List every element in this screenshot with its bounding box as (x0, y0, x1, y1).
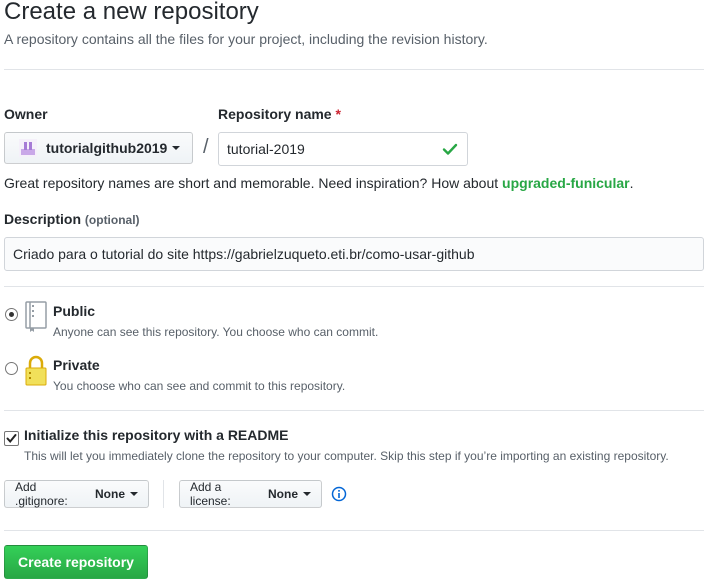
check-icon (6, 434, 17, 444)
optional-tag: (optional) (84, 213, 140, 227)
create-repository-button[interactable]: Create repository (4, 545, 148, 579)
description-label-text: Description (4, 211, 82, 227)
lock-icon (24, 355, 48, 392)
public-radio[interactable] (5, 308, 18, 321)
divider (4, 410, 704, 411)
gitignore-value: None (95, 487, 125, 501)
gitignore-dropdown[interactable]: Add .gitignore: None (4, 480, 149, 508)
repo-book-icon (24, 301, 48, 338)
name-hint: Great repository names are short and mem… (4, 175, 634, 191)
divider (4, 530, 704, 531)
divider (4, 69, 704, 70)
owner-dropdown[interactable]: tutorialgithub2019 (4, 132, 193, 164)
vertical-divider (163, 480, 164, 508)
owner-avatar-icon (19, 139, 37, 157)
description-input[interactable] (4, 237, 704, 271)
readme-title: Initialize this repository with a README (24, 427, 289, 443)
chevron-down-icon (172, 146, 181, 150)
page-title: Create a new repository (4, 0, 259, 25)
page-subtitle: A repository contains all the files for … (4, 31, 488, 47)
license-label: Add a license: (190, 480, 231, 508)
private-radio[interactable] (5, 362, 18, 375)
license-value: None (268, 487, 298, 501)
owner-name: tutorialgithub2019 (46, 140, 168, 156)
check-icon (442, 141, 458, 157)
name-hint-prefix: Great repository names are short and mem… (4, 175, 503, 191)
public-note: Anyone can see this repository. You choo… (53, 325, 379, 339)
readme-checkbox[interactable] (4, 431, 19, 446)
private-title: Private (53, 357, 100, 373)
owner-label: Owner (4, 106, 48, 122)
required-mark: * (335, 106, 341, 122)
owner-repo-separator: / (203, 136, 209, 158)
divider (4, 286, 704, 287)
repo-name-label: Repository name * (218, 106, 341, 122)
private-note: You choose who can see and commit to thi… (53, 379, 346, 393)
name-suggestion-link[interactable]: upgraded-funicular (502, 175, 630, 191)
chevron-down-icon (303, 492, 311, 496)
gitignore-label: Add .gitignore: (15, 480, 68, 508)
description-label: Description (optional) (4, 211, 140, 227)
readme-note: This will let you immediately clone the … (24, 449, 669, 463)
public-title: Public (53, 303, 96, 319)
repo-name-label-text: Repository name (218, 106, 332, 122)
license-dropdown[interactable]: Add a license: None (179, 480, 322, 508)
chevron-down-icon (130, 492, 138, 496)
name-hint-suffix: . (629, 175, 634, 191)
repo-name-input[interactable] (218, 132, 468, 166)
info-icon[interactable] (331, 486, 347, 502)
